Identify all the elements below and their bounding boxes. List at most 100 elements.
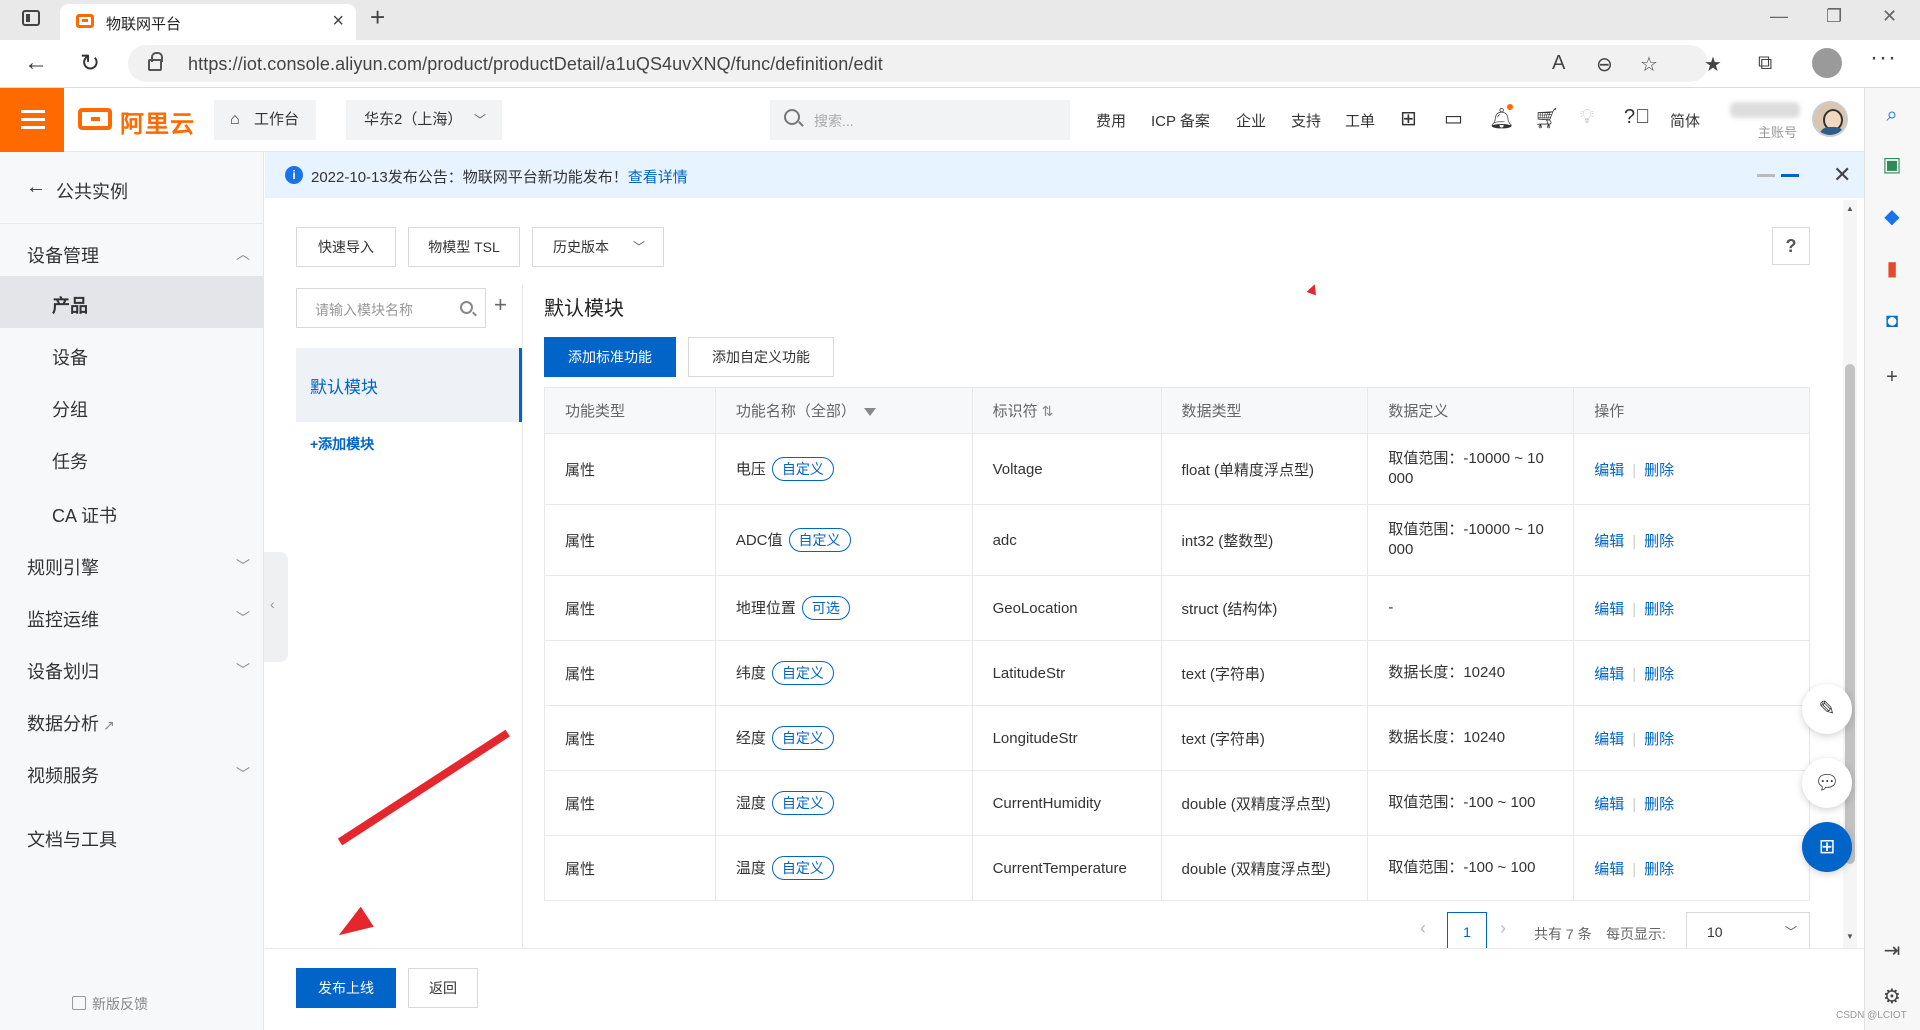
browser-tab[interactable]: 物联网平台 × [60,4,356,40]
sidebar-item-device[interactable]: 设备 [52,344,88,370]
new-tab-icon[interactable]: + [370,2,385,33]
office-icon[interactable]: ▮ [1881,258,1903,280]
page-size-select[interactable]: 10 ﹀ [1686,912,1810,952]
sidebar-item-task[interactable]: 任务 [52,448,88,474]
cart-icon[interactable]: 🛒︎ [1534,106,1559,131]
more-icon[interactable]: ··· [1870,44,1897,72]
tab-actions-icon[interactable] [22,10,40,26]
reload-icon[interactable]: ↻ [80,49,100,78]
feedback-link[interactable]: 新版反馈 [72,994,148,1014]
region-select[interactable]: 华东2（上海） ﹀ [346,100,502,140]
lock-icon[interactable] [148,52,163,71]
nav-icp[interactable]: ICP 备案 [1151,110,1210,131]
hide-sidebar-icon[interactable]: ⇥ [1881,940,1903,962]
delete-link[interactable]: 删除 [1644,533,1674,550]
add-standard-function-button[interactable]: 添加标准功能 [544,337,676,377]
favorites-icon[interactable]: ★ [1704,52,1722,77]
sidebar-item-product[interactable]: 产品 [52,292,88,318]
sidebar-collapse-handle[interactable]: ‹ [264,552,288,662]
edit-link[interactable]: 编辑 [1594,601,1624,618]
announcement-link[interactable]: 查看详情 [628,169,688,186]
menu-icon[interactable] [0,88,64,152]
workbench-button[interactable]: ⌂ 工作台 [214,100,316,140]
language-switch[interactable]: 简体 [1670,110,1700,131]
minimize-icon[interactable]: — [1770,6,1788,27]
header-function-name[interactable]: 功能名称（全部） [714,387,973,434]
delete-link[interactable]: 删除 [1644,666,1674,683]
apps-float-button[interactable]: ⊞ [1802,822,1852,872]
module-search-input[interactable]: 请输入模块名称 [296,288,486,328]
quick-import-button[interactable]: 快速导入 [296,227,396,267]
delete-link[interactable]: 删除 [1644,796,1674,813]
chevron-down-icon[interactable]: ﹀ [236,608,250,628]
help-button[interactable]: ? [1772,227,1810,265]
nav-billing[interactable]: 费用 [1096,110,1126,131]
sidebar-section-analytics[interactable]: 数据分析 ↗ [27,710,115,736]
sidebar-item-group[interactable]: 分组 [52,396,88,422]
scroll-up-icon[interactable]: ▲ [1846,204,1854,213]
delete-link[interactable]: 删除 [1644,731,1674,748]
scroll-down-icon[interactable]: ▼ [1846,932,1854,941]
chevron-down-icon[interactable]: ﹀ [236,556,250,576]
chat-float-button[interactable]: 💬︎ [1802,758,1852,808]
tsl-button[interactable]: 物模型 TSL [408,227,520,267]
sidebar-section-rules[interactable]: 规则引擎 [27,554,99,580]
window-close-icon[interactable]: ✕ [1882,6,1897,27]
add-module-icon[interactable]: + [494,292,507,318]
help-icon[interactable]: ?⃝ [1624,106,1650,129]
tools-icon[interactable]: ◆ [1881,206,1903,228]
sidebar-section-device-mgmt[interactable]: 设备管理 [27,242,99,268]
console-search-input[interactable]: 搜索... [770,100,1070,140]
edit-link[interactable]: 编辑 [1594,533,1624,550]
edit-link[interactable]: 编辑 [1594,861,1624,878]
add-sidebar-icon[interactable]: + [1881,366,1903,388]
edit-link[interactable]: 编辑 [1594,462,1624,479]
browser-profile-icon[interactable] [1812,48,1842,78]
add-favorite-icon[interactable]: ☆ [1640,52,1658,77]
sort-icon[interactable]: ⇅ [1042,403,1054,419]
add-custom-function-button[interactable]: 添加自定义功能 [688,337,834,377]
chevron-down-icon[interactable]: ﹀ [236,660,250,680]
edit-float-button[interactable]: ✎ [1802,684,1852,734]
url-text[interactable]: https://iot.console.aliyun.com/product/p… [188,54,883,75]
header-identifier[interactable]: 标识符 ⇅ [971,387,1162,434]
read-aloud-icon[interactable]: A [1552,52,1565,75]
avatar[interactable] [1812,101,1848,137]
filter-icon[interactable] [863,408,876,417]
edit-link[interactable]: 编辑 [1594,731,1624,748]
zoom-icon[interactable]: ⊖ [1596,52,1613,77]
chevron-down-icon[interactable]: ﹀ [236,764,250,784]
delete-link[interactable]: 删除 [1644,861,1674,878]
outlook-icon[interactable]: ◘ [1881,310,1903,332]
lightbulb-icon[interactable]: 💡︎ [1580,106,1594,129]
app-icon[interactable]: ⊞ [1400,106,1417,131]
return-button[interactable]: 返回 [408,968,478,1008]
tab-close-icon[interactable]: × [332,10,344,33]
sidebar-section-video[interactable]: 视频服务 [27,762,99,788]
sidebar-section-docs[interactable]: 文档与工具 [27,826,117,852]
edit-link[interactable]: 编辑 [1594,796,1624,813]
carousel-dot[interactable] [1757,174,1775,177]
close-icon[interactable]: ✕ [1833,162,1851,188]
edit-link[interactable]: 编辑 [1594,666,1624,683]
module-item-default[interactable]: 默认模块 [296,348,522,422]
carousel-dot-active[interactable] [1781,174,1799,177]
delete-link[interactable]: 删除 [1644,462,1674,479]
search-icon[interactable]: ⌕ [1881,104,1903,126]
nav-enterprise[interactable]: 企业 [1236,110,1266,131]
back-icon[interactable]: ← [24,49,48,77]
add-module-link[interactable]: +添加模块 [310,434,374,454]
restore-icon[interactable]: ❐ [1826,6,1842,27]
nav-support[interactable]: 支持 [1291,110,1321,131]
url-field[interactable]: https://iot.console.aliyun.com/product/p… [128,45,1708,82]
delete-link[interactable]: 删除 [1644,601,1674,618]
instance-back-row[interactable]: ← 公共实例 [0,152,264,224]
history-version-dropdown[interactable]: 历史版本 ﹀ [532,227,664,267]
sidebar-section-device-division[interactable]: 设备划归 [27,658,99,684]
page-1[interactable]: 1 [1447,912,1487,952]
collections-icon[interactable]: ⧉ [1758,52,1772,75]
sidebar-section-ops[interactable]: 监控运维 [27,606,99,632]
terminal-icon[interactable]: ▭ [1444,106,1463,131]
settings-icon[interactable]: ⚙ [1881,986,1903,1008]
nav-ticket[interactable]: 工单 [1345,110,1375,131]
